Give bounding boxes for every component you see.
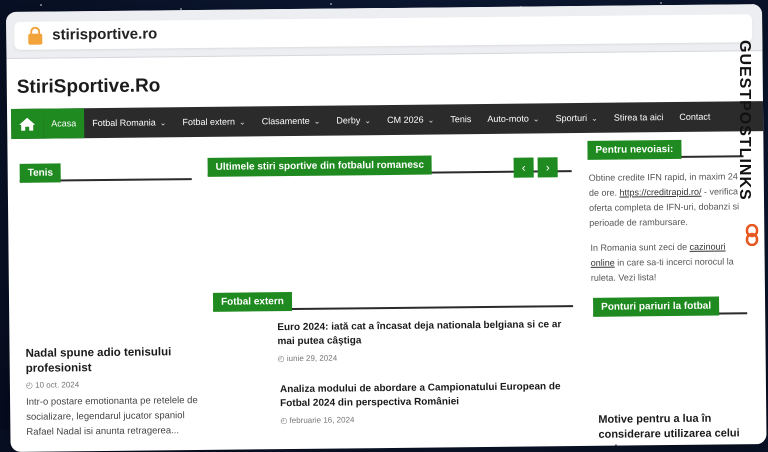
nav-item-sporturi[interactable]: Sporturi ⌄	[547, 103, 606, 134]
clock-icon: ◴	[277, 354, 285, 364]
sidebar-paragraph: In Romania sunt zeci de cazinouri online…	[590, 241, 734, 283]
post-title[interactable]: Analiza modului de abordare a Campionatu…	[280, 380, 570, 411]
url-text: stirisportive.ro	[52, 25, 158, 44]
browser-toolbar: stirisportive.ro	[6, 4, 763, 59]
clock-icon: ◴	[280, 416, 288, 426]
guestpostlinks-badge: GUESTPOSTLINKS	[736, 40, 765, 246]
nav-item-cm-2026[interactable]: CM 2026 ⌄	[379, 104, 443, 135]
post-date: ◴ 10 oct. 2024	[25, 380, 80, 390]
post-title[interactable]: Motive pentru a lua în considerare utili…	[598, 411, 758, 452]
site-title[interactable]: StiriSportive.Ro	[17, 75, 161, 99]
prev-arrow-icon[interactable]: ‹	[513, 157, 534, 178]
post-excerpt: Intr-o postare emotionanta pe retelele d…	[26, 395, 198, 438]
nav-item-derby[interactable]: Derby ⌄	[328, 105, 379, 136]
post-date: ◴ iunie 29, 2024	[277, 353, 338, 364]
clock-icon: ◴	[25, 380, 33, 390]
main-nav: Acasa Fotbal Romania ⌄ Fotbal extern ⌄ Clasam…	[11, 100, 767, 139]
chevron-down-icon: ⌄	[591, 113, 598, 123]
section-header-ponturi-pariuri[interactable]: Ponturi pariuri la fotbal	[593, 296, 720, 317]
lock-icon	[28, 26, 43, 45]
post-title[interactable]: Euro 2024: iată cat a încasat deja natio…	[277, 318, 567, 349]
creditrapid-link[interactable]: https://creditrapid.ro/	[619, 187, 701, 198]
chevron-down-icon: ⌄	[159, 118, 167, 128]
nav-item-fotbal-romania[interactable]: Fotbal Romania ⌄	[84, 107, 175, 138]
next-arrow-icon[interactable]: ›	[537, 157, 558, 178]
section-header-pentru-nevoiasi[interactable]: Pentru nevoiasi:	[587, 139, 682, 160]
nav-item-acasa[interactable]: Acasa	[43, 108, 85, 139]
chevron-down-icon: ⌄	[427, 115, 435, 125]
post-title[interactable]: Nadal spune adio tenisului profesionist	[26, 345, 196, 377]
nav-item-clasamente[interactable]: Clasamente ⌄	[254, 106, 329, 137]
section-header-ultimele-stiri[interactable]: Ultimele stiri sportive din fotbalul rom…	[207, 155, 433, 177]
nav-item-auto-moto[interactable]: Auto-moto ⌄	[479, 103, 548, 134]
chevron-down-icon: ⌄	[364, 116, 372, 126]
address-bar[interactable]: stirisportive.ro	[14, 14, 753, 50]
home-icon[interactable]	[11, 108, 44, 139]
nav-item-stirea-ta-aici[interactable]: Stirea ta aici	[606, 102, 672, 133]
nav-item-contact[interactable]: Contact	[671, 102, 718, 132]
section-header-tenis[interactable]: Tenis	[19, 163, 62, 183]
link-icon	[745, 224, 759, 246]
section-header-fotbal-extern[interactable]: Fotbal extern	[212, 292, 292, 312]
chevron-down-icon: ⌄	[313, 116, 321, 126]
sidebar-paragraph: Obtine credite IFN rapid, in maxim 24 de…	[588, 171, 740, 228]
badge-text: GUESTPOSTLINKS	[736, 40, 753, 201]
post-date: ◴ februarie 16, 2024	[280, 415, 355, 426]
nav-item-tenis[interactable]: Tenis	[442, 104, 479, 134]
chevron-down-icon: ⌄	[238, 117, 246, 127]
nav-item-fotbal-extern[interactable]: Fotbal extern ⌄	[174, 106, 254, 137]
website: StiriSportive.Ro Acasa Fotbal Romania ⌄ Fot…	[6, 51, 767, 452]
chevron-down-icon: ⌄	[532, 114, 540, 124]
browser-window: stirisportive.ro StiriSportive.Ro Acasa F…	[6, 4, 767, 452]
